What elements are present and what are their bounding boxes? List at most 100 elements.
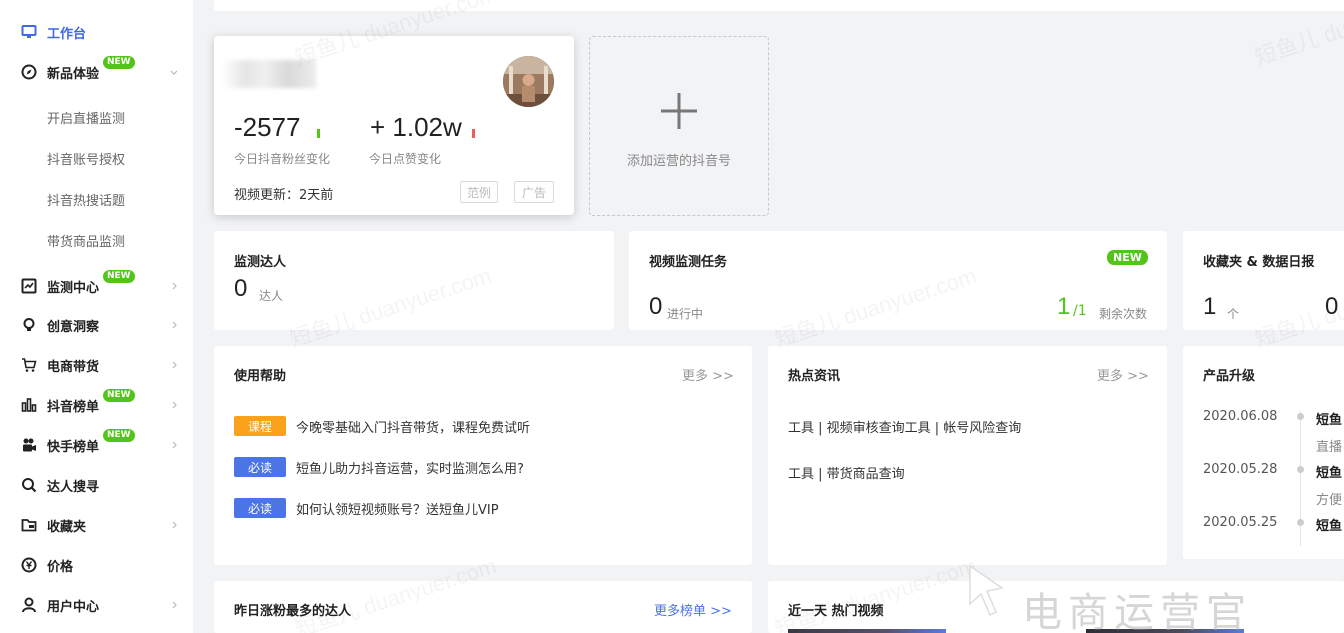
sidebar-subitem-hot-topics[interactable]: 抖音热搜话题 <box>47 190 125 209</box>
likes-change-value: + 1.02w <box>370 112 462 142</box>
account-name-blurred <box>222 60 316 88</box>
new-badge: NEW <box>103 429 135 442</box>
sidebar-item-favorites[interactable]: 收藏夹 <box>0 507 193 543</box>
favorites-count: 1 <box>1203 293 1217 320</box>
likes-change-label: 今日点赞变化 <box>369 152 442 166</box>
video-camera-icon <box>20 436 38 454</box>
upgrade-title[interactable]: 短鱼 <box>1316 409 1342 428</box>
news-panel: 热点资讯 更多 >> 工具 | 视频审核查询工具 | 帐号风险查询 工具 | 带… <box>768 346 1167 565</box>
sidebar-item-label: 收藏夹 <box>47 519 87 535</box>
sidebar-item-label: 工作台 <box>47 26 87 42</box>
upgrade-desc: 方便 <box>1316 493 1343 508</box>
must-read-tag: 必读 <box>234 457 286 477</box>
sidebar-item-kol-search[interactable]: 达人搜寻 <box>0 467 193 503</box>
account-card[interactable]: -2577 今日抖音粉丝变化 + 1.02w 今日点赞变化 视频更新：2天前 范… <box>214 36 574 215</box>
chevron-right-icon <box>170 441 178 449</box>
sidebar-item-kuaishou-ranking[interactable]: 快手榜单 NEW <box>0 427 193 463</box>
sidebar-item-ecommerce[interactable]: 电商带货 <box>0 347 193 383</box>
panel-title: 产品升级 <box>1203 369 1256 384</box>
top-gainers-panel: 昨日涨粉最多的达人 更多榜单 >> <box>214 581 752 633</box>
help-item[interactable]: 必读 如何认领短视频账号？送短鱼儿VIP <box>234 498 499 518</box>
panel-title: 热点资讯 <box>788 369 841 384</box>
monitor-icon <box>20 23 38 41</box>
running-count: 0 <box>649 293 663 320</box>
bar-chart-icon <box>20 396 38 414</box>
sidebar-item-monitor-center[interactable]: 监测中心 NEW <box>0 268 193 304</box>
timeline-dot <box>1297 466 1304 473</box>
compass-icon <box>20 63 38 81</box>
help-item-text: 如何认领短视频账号？送短鱼儿VIP <box>296 502 499 518</box>
lightbulb-icon <box>20 316 38 334</box>
panel-title: 收藏夹 & 数据日报 <box>1203 255 1315 270</box>
sidebar-item-pricing[interactable]: 价格 <box>0 547 193 583</box>
video-monitor-panel[interactable]: 视频监测任务 NEW 0 进行中 1 /1 剩余次数 <box>629 231 1167 330</box>
yen-icon <box>20 556 38 574</box>
panel-title: 使用帮助 <box>234 369 287 384</box>
fans-change-label: 今日抖音粉丝变化 <box>234 152 331 166</box>
sidebar-item-label: 价格 <box>47 559 74 575</box>
upgrade-date: 2020.05.28 <box>1203 462 1278 477</box>
ad-button[interactable]: 广告 <box>514 181 554 203</box>
course-tag: 课程 <box>234 416 286 436</box>
sidebar-item-label: 达人搜寻 <box>47 479 100 495</box>
sidebar-item-creative-insight[interactable]: 创意洞察 <box>0 307 193 343</box>
sidebar-item-user-center[interactable]: 用户中心 <box>0 587 193 623</box>
chevron-right-icon <box>170 361 178 369</box>
upgrade-title[interactable]: 短鱼 <box>1316 515 1342 534</box>
sidebar-subitem-live-monitor[interactable]: 开启直播监测 <box>47 108 125 127</box>
cart-icon <box>20 356 38 374</box>
favorites-panel[interactable]: 收藏夹 & 数据日报 1 个 0 <box>1183 231 1344 330</box>
add-account-label: 添加运营的抖音号 <box>626 154 731 169</box>
news-item[interactable]: 工具 | 带货商品查询 <box>788 463 905 482</box>
hot-videos-panel: 近一天 热门视频 <box>768 581 1344 633</box>
chevron-right-icon <box>170 321 178 329</box>
remaining-count: 1 <box>1057 293 1071 320</box>
chevron-right-icon <box>170 282 178 290</box>
sidebar-item-workbench[interactable]: 工作台 <box>0 14 193 50</box>
help-item-text: 今晚零基础入门抖音带货，课程免费试听 <box>296 420 531 436</box>
sidebar: 工作台 新品体验 NEW 开启直播监测 抖音账号授权 抖音热搜话题 带货商品监测… <box>0 0 193 633</box>
panel-title: 视频监测任务 <box>649 255 728 270</box>
news-more-link[interactable]: 更多 >> <box>1097 365 1149 384</box>
chevron-up-icon <box>170 68 178 76</box>
video-thumbnail[interactable] <box>1086 629 1244 633</box>
upgrade-title[interactable]: 短鱼 <box>1316 462 1342 481</box>
running-label: 进行中 <box>667 307 704 321</box>
upgrade-date: 2020.05.25 <box>1203 515 1278 530</box>
new-badge: NEW <box>103 56 135 69</box>
sidebar-item-new-products[interactable]: 新品体验 NEW <box>0 54 193 90</box>
sidebar-item-label: 用户中心 <box>47 599 100 615</box>
monitor-kol-unit: 达人 <box>259 289 284 303</box>
help-more-link[interactable]: 更多 >> <box>682 365 734 384</box>
upgrade-desc: 直播 <box>1316 440 1343 455</box>
chevron-right-icon <box>170 601 178 609</box>
sidebar-item-label: 新品体验 <box>47 66 100 82</box>
product-upgrade-panel: 产品升级 2020.06.08 短鱼 直播 2020.05.28 短鱼 方便 2… <box>1183 346 1344 559</box>
help-item[interactable]: 课程 今晚零基础入门抖音带货，课程免费试听 <box>234 416 530 436</box>
news-item[interactable]: 工具 | 视频审核查询工具 | 帐号风险查询 <box>788 417 1021 436</box>
monitor-kol-panel[interactable]: 监测达人 0 达人 <box>214 231 614 330</box>
favorites-unit: 个 <box>1227 307 1240 321</box>
user-icon <box>20 596 38 614</box>
sidebar-item-label: 创意洞察 <box>47 319 100 335</box>
avatar[interactable] <box>503 56 554 107</box>
sidebar-item-label: 电商带货 <box>47 359 100 375</box>
video-update-text: 视频更新：2天前 <box>234 188 334 203</box>
remaining-label: 剩余次数 <box>1099 307 1148 321</box>
panel-title: 昨日涨粉最多的达人 <box>234 604 352 619</box>
help-item[interactable]: 必读 短鱼儿助力抖音运营，实时监测怎么用? <box>234 457 524 477</box>
video-thumbnail[interactable] <box>788 629 946 633</box>
add-account-card[interactable]: 添加运营的抖音号 <box>589 36 769 216</box>
monitor-kol-count: 0 <box>234 275 248 302</box>
sidebar-item-douyin-ranking[interactable]: 抖音榜单 NEW <box>0 387 193 423</box>
sidebar-subitem-account-auth[interactable]: 抖音账号授权 <box>47 149 125 168</box>
example-button[interactable]: 范例 <box>460 181 498 203</box>
search-icon <box>20 476 38 494</box>
fans-change-value: -2577 <box>234 112 301 142</box>
upgrade-date: 2020.06.08 <box>1203 409 1278 424</box>
folder-icon <box>20 516 38 534</box>
timeline-dot <box>1297 413 1304 420</box>
new-badge: NEW <box>1107 250 1148 265</box>
more-rankings-link[interactable]: 更多榜单 >> <box>654 600 732 619</box>
sidebar-subitem-product-monitor[interactable]: 带货商品监测 <box>47 231 125 250</box>
